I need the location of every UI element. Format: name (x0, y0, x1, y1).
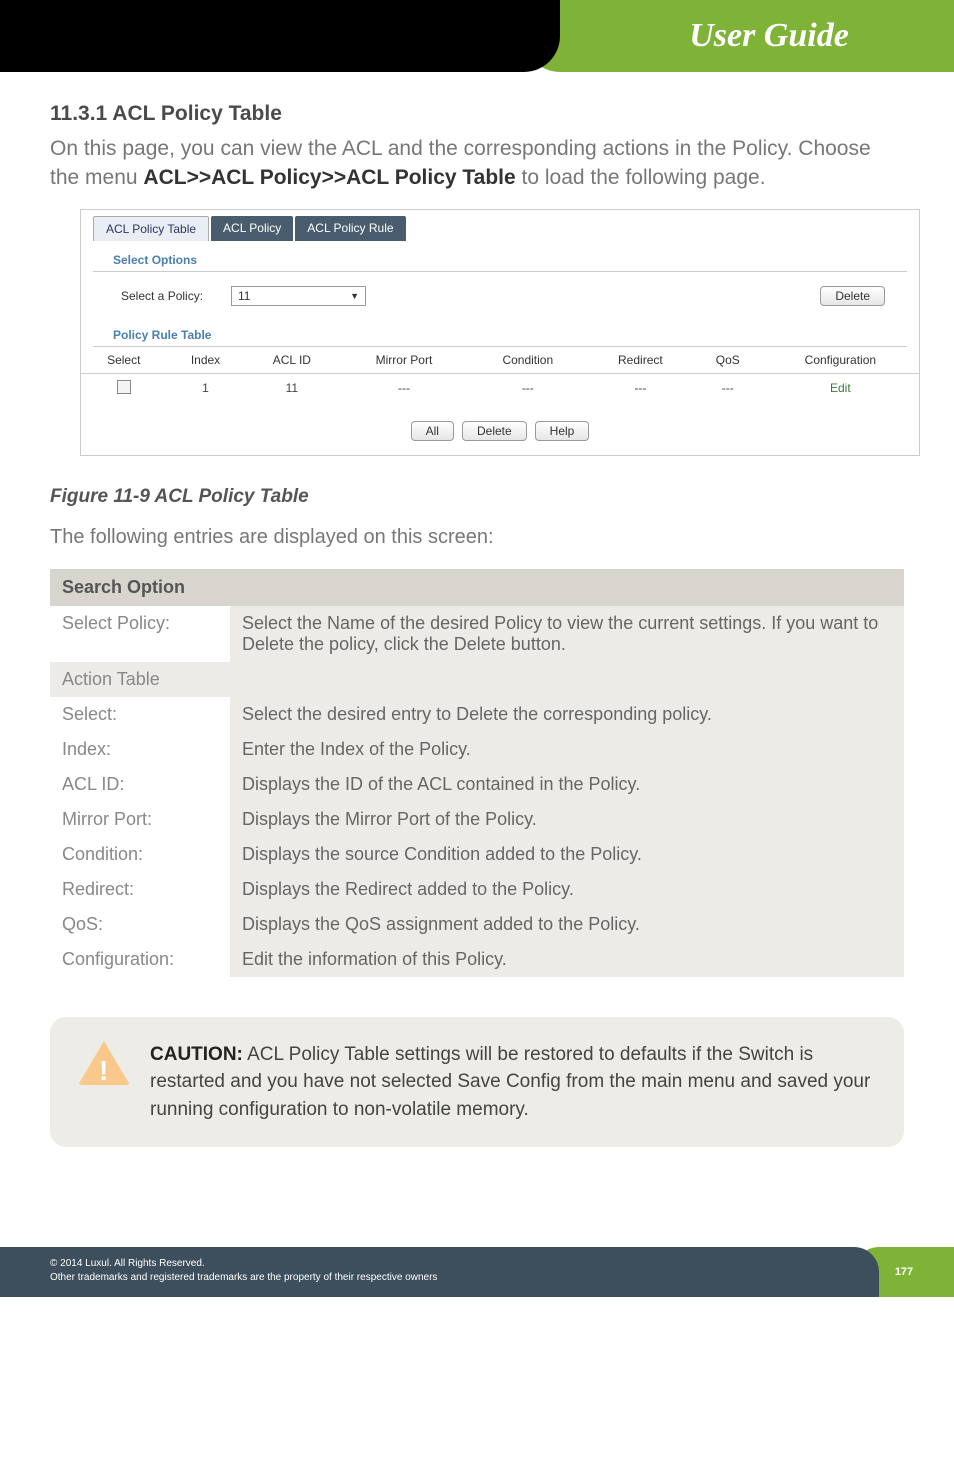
label-condition: Condition: (50, 837, 230, 872)
tab-acl-policy-table[interactable]: ACL Policy Table (93, 216, 209, 241)
info-row-action-table: Action Table (50, 662, 904, 697)
top-banner: User Guide (0, 0, 954, 72)
col-index: Index (167, 347, 245, 374)
all-button[interactable]: All (411, 421, 454, 441)
cell-mirror-port: --- (339, 373, 468, 403)
label-select: Select: (50, 697, 230, 732)
label-index: Index: (50, 732, 230, 767)
page-content: 11.3.1 ACL Policy Table On this page, yo… (0, 102, 954, 1147)
col-mirror-port: Mirror Port (339, 347, 468, 374)
dropdown-value: 11 (238, 289, 250, 303)
info-row: Index: Enter the Index of the Policy. (50, 732, 904, 767)
cell-acl-id: 11 (245, 373, 340, 403)
info-row: Configuration: Edit the information of t… (50, 942, 904, 977)
intro-paragraph: On this page, you can view the ACL and t… (50, 134, 904, 193)
warning-icon (78, 1041, 130, 1124)
info-row: Mirror Port: Displays the Mirror Port of… (50, 802, 904, 837)
desc-condition: Displays the source Condition added to t… (230, 837, 904, 872)
info-row: ACL ID: Displays the ID of the ACL conta… (50, 767, 904, 802)
banner-right-green: User Guide (524, 0, 954, 72)
info-row: Redirect: Displays the Redirect added to… (50, 872, 904, 907)
select-policy-label: Select a Policy: (121, 289, 231, 303)
cell-qos: --- (694, 373, 762, 403)
label-select-policy: Select Policy: (50, 606, 230, 662)
search-option-header: Search Option (50, 569, 904, 606)
col-select: Select (81, 347, 167, 374)
footer-line2: Other trademarks and registered trademar… (50, 1271, 879, 1285)
table-header-row: Select Index ACL ID Mirror Port Conditio… (81, 347, 919, 374)
caution-box: CAUTION: ACL Policy Table settings will … (50, 1017, 904, 1148)
policy-rule-table-label: Policy Rule Table (93, 316, 907, 347)
desc-redirect: Displays the Redirect added to the Polic… (230, 872, 904, 907)
col-qos: QoS (694, 347, 762, 374)
entries-intro: The following entries are displayed on t… (50, 526, 904, 549)
label-acl-id: ACL ID: (50, 767, 230, 802)
cell-index: 1 (167, 373, 245, 403)
footer-copyright: © 2014 Luxul. All Rights Reserved. Other… (0, 1247, 879, 1297)
figure-caption: Figure 11-9 ACL Policy Table (50, 486, 904, 508)
screenshot-panel: ACL Policy Table ACL Policy ACL Policy R… (80, 209, 920, 456)
tab-bar: ACL Policy Table ACL Policy ACL Policy R… (81, 210, 919, 241)
footer-line1: © 2014 Luxul. All Rights Reserved. (50, 1257, 879, 1271)
delete-button-top[interactable]: Delete (820, 286, 885, 306)
intro-bold: ACL>>ACL Policy>>ACL Policy Table (143, 166, 515, 189)
label-qos: QoS: (50, 907, 230, 942)
caution-body: ACL Policy Table settings will be restor… (150, 1044, 870, 1120)
info-row: QoS: Displays the QoS assignment added t… (50, 907, 904, 942)
desc-acl-id: Displays the ID of the ACL contained in … (230, 767, 904, 802)
page-footer: © 2014 Luxul. All Rights Reserved. Other… (0, 1247, 954, 1297)
col-condition: Condition (469, 347, 587, 374)
policy-rule-table: Select Index ACL ID Mirror Port Conditio… (81, 347, 919, 403)
select-options-label: Select Options (93, 241, 907, 272)
desc-qos: Displays the QoS assignment added to the… (230, 907, 904, 942)
banner-title: User Guide (689, 17, 849, 55)
label-action-table: Action Table (50, 662, 230, 697)
label-redirect: Redirect: (50, 872, 230, 907)
desc-configuration: Edit the information of this Policy. (230, 942, 904, 977)
caution-label: CAUTION: (150, 1044, 243, 1065)
info-row: Select Policy: Select the Name of the de… (50, 606, 904, 662)
label-configuration: Configuration: (50, 942, 230, 977)
col-redirect: Redirect (587, 347, 694, 374)
banner-left-black (0, 0, 560, 72)
bottom-button-row: All Delete Help (81, 415, 919, 455)
desc-select: Select the desired entry to Delete the c… (230, 697, 904, 732)
info-table: Search Option Select Policy: Select the … (50, 569, 904, 977)
tab-acl-policy[interactable]: ACL Policy (211, 216, 293, 241)
col-acl-id: ACL ID (245, 347, 340, 374)
desc-mirror-port: Displays the Mirror Port of the Policy. (230, 802, 904, 837)
cell-edit-link[interactable]: Edit (762, 373, 919, 403)
label-mirror-port: Mirror Port: (50, 802, 230, 837)
tab-acl-policy-rule[interactable]: ACL Policy Rule (295, 216, 405, 241)
info-row: Select: Select the desired entry to Dele… (50, 697, 904, 732)
caution-text: CAUTION: ACL Policy Table settings will … (150, 1041, 876, 1124)
info-table-header: Search Option (50, 569, 904, 606)
row-checkbox[interactable] (117, 380, 131, 394)
help-button[interactable]: Help (535, 421, 590, 441)
delete-button-bottom[interactable]: Delete (462, 421, 527, 441)
intro-post: to load the following page. (516, 166, 766, 189)
desc-action-table (230, 662, 904, 697)
desc-select-policy: Select the Name of the desired Policy to… (230, 606, 904, 662)
chevron-down-icon: ▼ (350, 291, 359, 301)
info-row: Condition: Displays the source Condition… (50, 837, 904, 872)
desc-index: Enter the Index of the Policy. (230, 732, 904, 767)
cell-condition: --- (469, 373, 587, 403)
cell-redirect: --- (587, 373, 694, 403)
col-configuration: Configuration (762, 347, 919, 374)
section-heading: 11.3.1 ACL Policy Table (50, 102, 904, 126)
select-policy-dropdown[interactable]: 11 ▼ (231, 286, 366, 306)
table-row: 1 11 --- --- --- --- Edit (81, 373, 919, 403)
